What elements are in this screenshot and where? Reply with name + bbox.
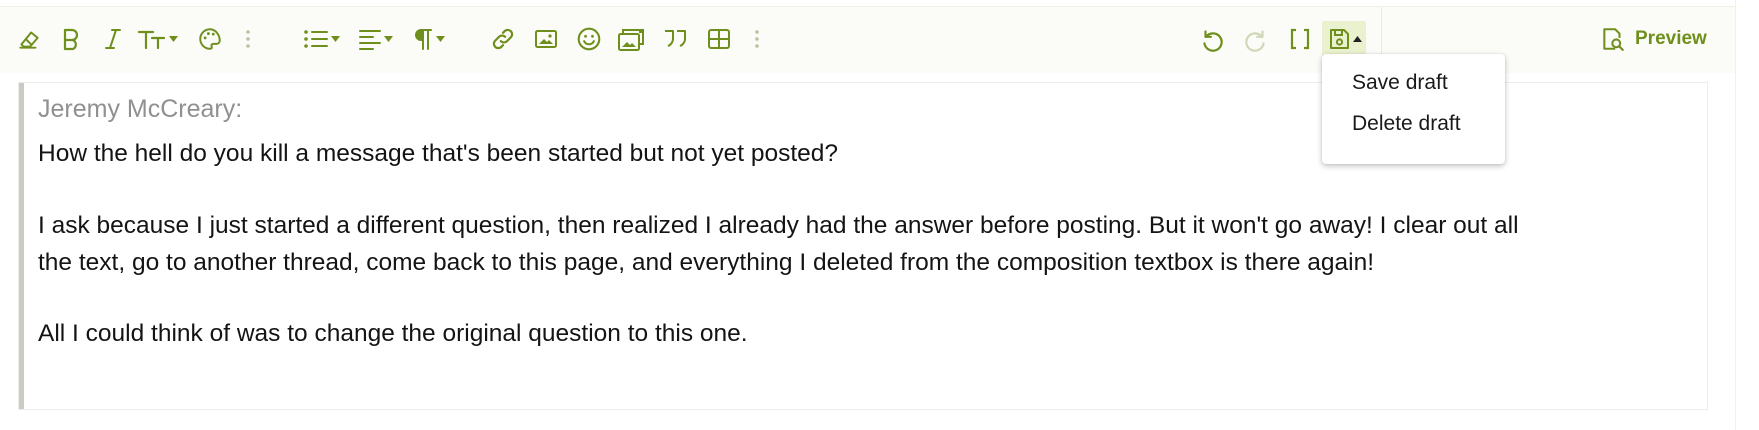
table-icon: [708, 29, 730, 49]
image-icon: [535, 30, 557, 48]
preview-label: Preview: [1635, 28, 1707, 49]
bold-button[interactable]: [58, 21, 84, 57]
clear-formatting-icon: [19, 31, 39, 49]
media-gallery-icon: [618, 29, 644, 51]
quote-button[interactable]: [661, 21, 689, 57]
draft-button[interactable]: [1322, 21, 1366, 57]
message-paragraph: the text, go to another thread, come bac…: [38, 249, 1375, 276]
insert-smilie-button[interactable]: [575, 21, 603, 57]
italic-button[interactable]: [100, 21, 126, 57]
toggle-bbcode-button[interactable]: [1286, 21, 1314, 57]
chevron-down-icon: [168, 36, 178, 42]
bulleted-list-icon: [303, 30, 328, 48]
draft-menu: Save draft Delete draft: [1322, 54, 1505, 164]
italic-icon: [105, 29, 121, 49]
quote-bar: [19, 83, 24, 409]
message-paragraph: I ask because I just started a different…: [38, 212, 1519, 239]
chevron-down-icon: [330, 36, 340, 42]
insert-image-button[interactable]: [532, 21, 560, 57]
quote-icon: [665, 30, 686, 47]
redo-icon: [1245, 30, 1265, 52]
text-color-button[interactable]: [196, 21, 224, 57]
delete-draft-item[interactable]: Delete draft: [1352, 112, 1461, 136]
bold-icon: [63, 28, 79, 51]
text-size-button[interactable]: [135, 21, 179, 57]
chevron-down-icon: [435, 36, 445, 42]
list-button[interactable]: [300, 21, 342, 57]
paragraph-button[interactable]: [408, 21, 448, 57]
insert-table-button[interactable]: [705, 21, 733, 57]
more-vertical-icon: [755, 30, 759, 48]
palette-icon: [199, 28, 221, 50]
link-icon: [492, 28, 514, 50]
paragraph-icon: [414, 29, 432, 50]
clear-formatting-button[interactable]: [14, 21, 44, 57]
more-options-button[interactable]: [240, 21, 256, 57]
text-size-icon: [137, 30, 165, 50]
more-options-button[interactable]: [749, 21, 765, 57]
smiley-icon: [577, 27, 601, 51]
quote-author: Jeremy McCreary:: [38, 95, 243, 123]
save-draft-icon: [1329, 29, 1349, 49]
page-edge: [1735, 0, 1736, 430]
chevron-up-icon: [1352, 36, 1362, 42]
align-icon: [358, 30, 381, 50]
insert-media-button[interactable]: [616, 21, 648, 57]
undo-icon: [1203, 30, 1223, 52]
redo-button[interactable]: [1242, 21, 1270, 57]
message-paragraph: All I could think of was to change the o…: [38, 320, 748, 347]
chevron-down-icon: [383, 36, 393, 42]
more-vertical-icon: [246, 30, 250, 48]
preview-icon: [1603, 28, 1624, 51]
align-button[interactable]: [356, 21, 394, 57]
undo-button[interactable]: [1198, 21, 1226, 57]
toggle-bbcode-icon: [1290, 28, 1310, 50]
save-draft-item[interactable]: Save draft: [1352, 71, 1448, 95]
link-button[interactable]: [489, 21, 517, 57]
message-paragraph: How the hell do you kill a message that'…: [38, 140, 839, 167]
preview-button[interactable]: Preview: [1600, 21, 1707, 57]
